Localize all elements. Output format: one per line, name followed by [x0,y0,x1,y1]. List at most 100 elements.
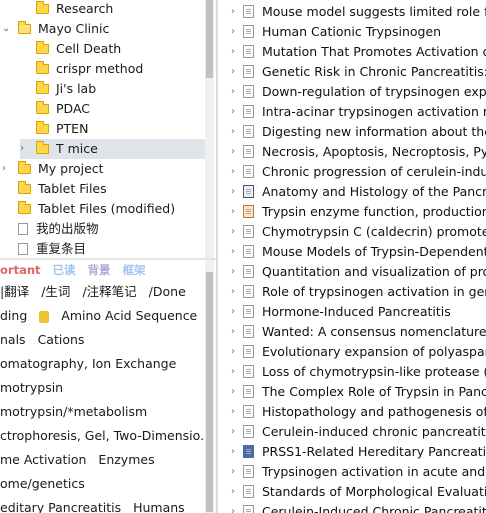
expand-chevron-icon[interactable]: › [227,466,239,477]
tag[interactable]: motrypsin/*metabolism [0,404,147,419]
tree-item[interactable]: Cell Death [20,39,205,59]
tag[interactable]: /生词 [41,284,70,299]
tag[interactable]: ding [0,308,27,323]
item-row[interactable]: › Chymotrypsin C (caldecrin) promotes d [218,221,486,241]
chevron-icon[interactable]: ⌄ [2,19,12,39]
tag[interactable]: /Done [149,284,186,299]
expand-chevron-icon[interactable]: › [227,46,239,57]
tree-item[interactable]: Tablet Files (modified) [2,199,205,219]
tag[interactable]: Amino Acid Sequence [61,308,197,323]
tag-selector-scrollbar[interactable] [205,260,214,513]
expand-chevron-icon[interactable]: › [227,366,239,377]
expand-chevron-icon[interactable]: › [227,406,239,417]
item-row[interactable]: › Role of trypsinogen activation in genes [218,281,486,301]
expand-chevron-icon[interactable]: › [227,426,239,437]
tag[interactable]: me Activation [0,452,86,467]
item-row[interactable]: › Histopathology and pathogenesis of ca [218,401,486,421]
item-row[interactable]: › Anatomy and Histology of the Pancreas [218,181,486,201]
expand-chevron-icon[interactable]: › [227,226,239,237]
expand-chevron-icon[interactable]: › [227,306,239,317]
item-row[interactable]: › Genetic Risk in Chronic Pancreatitis: T… [218,61,486,81]
tree-item[interactable]: › My project [2,159,205,179]
item-row[interactable]: › Chronic progression of cerulein-induce [218,161,486,181]
expand-chevron-icon[interactable]: › [227,146,239,157]
item-row[interactable]: › Trypsinogen activation in acute and chr [218,461,486,481]
tag[interactable]: Cations [38,332,85,347]
collection-tree-scrollbar[interactable] [205,0,214,258]
expand-chevron-icon[interactable]: › [227,206,239,217]
folder-icon [18,21,31,34]
expand-chevron-icon[interactable]: › [227,266,239,277]
item-title: Evolutionary expansion of polyaspartate [262,343,486,359]
tree-item[interactable]: 我的出版物 [2,219,205,239]
item-row[interactable]: › Human Cationic Trypsinogen [218,21,486,41]
item-row[interactable]: › Digesting new information about the ro [218,121,486,141]
item-title: Chronic progression of cerulein-induce [262,163,486,179]
expand-chevron-icon[interactable]: › [227,446,239,457]
scrollbar-thumb[interactable] [206,272,213,512]
tree-item[interactable]: Tablet Files [2,179,205,199]
expand-chevron-icon[interactable]: › [227,386,239,397]
item-row[interactable]: › Necrosis, Apoptosis, Necroptosis, Pyrop [218,141,486,161]
tree-item[interactable]: PDAC [20,99,205,119]
expand-chevron-icon[interactable]: › [227,506,239,513]
expand-chevron-icon[interactable]: › [227,186,239,197]
expand-chevron-icon[interactable]: › [227,66,239,77]
item-row[interactable]: › Cerulein-Induced Chronic Pancreatitis D [218,501,486,513]
expand-chevron-icon[interactable]: › [227,166,239,177]
item-row[interactable]: › Mouse model suggests limited role for [218,1,486,21]
expand-chevron-icon[interactable]: › [227,6,239,17]
tag[interactable]: nals [0,332,26,347]
item-row[interactable]: › Loss of chymotrypsin-like protease (CTI [218,361,486,381]
item-row[interactable]: › Standards of Morphological Evaluation [218,481,486,501]
tree-item[interactable]: PTEN [20,119,205,139]
item-row[interactable]: › Mouse Models of Trypsin-Dependent P [218,241,486,261]
tree-item[interactable]: Research [20,0,205,19]
chevron-icon[interactable]: › [20,139,30,159]
item-row[interactable]: › PRSS1-Related Hereditary Pancreatitis [218,441,486,461]
tag-color-chip[interactable]: ortant [0,263,41,277]
folder-icon [36,121,49,134]
item-row[interactable]: › Evolutionary expansion of polyaspartate [218,341,486,361]
tag[interactable]: editary Pancreatitis [0,500,121,513]
chevron-icon[interactable]: › [2,159,12,179]
expand-chevron-icon[interactable]: › [227,106,239,117]
expand-chevron-icon[interactable]: › [227,126,239,137]
scrollbar-thumb[interactable] [206,0,213,78]
tag[interactable]: omatography, Ion Exchange [0,356,176,371]
expand-chevron-icon[interactable]: › [227,346,239,357]
item-row[interactable]: › Wanted: A consensus nomenclature for [218,321,486,341]
tag[interactable]: ome/genetics [0,476,85,491]
expand-chevron-icon[interactable]: › [227,286,239,297]
tree-item[interactable]: crispr method [20,59,205,79]
expand-chevron-icon[interactable]: › [227,486,239,497]
tag[interactable]: Enzymes [98,452,154,467]
item-row[interactable]: › Mutation That Promotes Activation of T [218,41,486,61]
document-icon [243,4,254,18]
tree-item[interactable]: › T mice [20,139,205,159]
tree-item[interactable]: ⌄ Mayo Clinic [2,19,205,39]
expand-chevron-icon[interactable]: › [227,326,239,337]
expand-chevron-icon[interactable]: › [227,246,239,257]
item-row[interactable]: › Trypsin enzyme function, production, cl [218,201,486,221]
document-icon [243,284,254,298]
tag[interactable]: |翻译 [0,284,29,299]
item-row[interactable]: › Hormone-Induced Pancreatitis [218,301,486,321]
expand-chevron-icon[interactable]: › [227,26,239,37]
tag-color-chip[interactable]: 框架 [123,263,146,277]
tag[interactable]: ctrophoresis, Gel, Two-Dimensio... [0,428,205,443]
item-title: Human Cationic Trypsinogen [262,23,442,39]
tree-item[interactable]: Ji's lab [20,79,205,99]
tag-color-chip[interactable]: 背景 [88,263,111,277]
item-row[interactable]: › Intra-acinar trypsinogen activation mec [218,101,486,121]
item-row[interactable]: › Down-regulation of trypsinogen expres [218,81,486,101]
tag-color-chip[interactable]: 已读 [53,263,76,277]
tag[interactable]: motrypsin [0,380,63,395]
item-row[interactable]: › Cerulein-induced chronic pancreatitis d [218,421,486,441]
expand-chevron-icon[interactable]: › [227,86,239,97]
item-row[interactable]: › Quantitation and visualization of prote… [218,261,486,281]
tag[interactable]: Humans [133,500,185,513]
tag[interactable]: /注释笔记 [82,284,136,299]
tree-item[interactable]: 重复条目 [2,239,205,259]
item-row[interactable]: › The Complex Role of Trypsin in Pancrea [218,381,486,401]
